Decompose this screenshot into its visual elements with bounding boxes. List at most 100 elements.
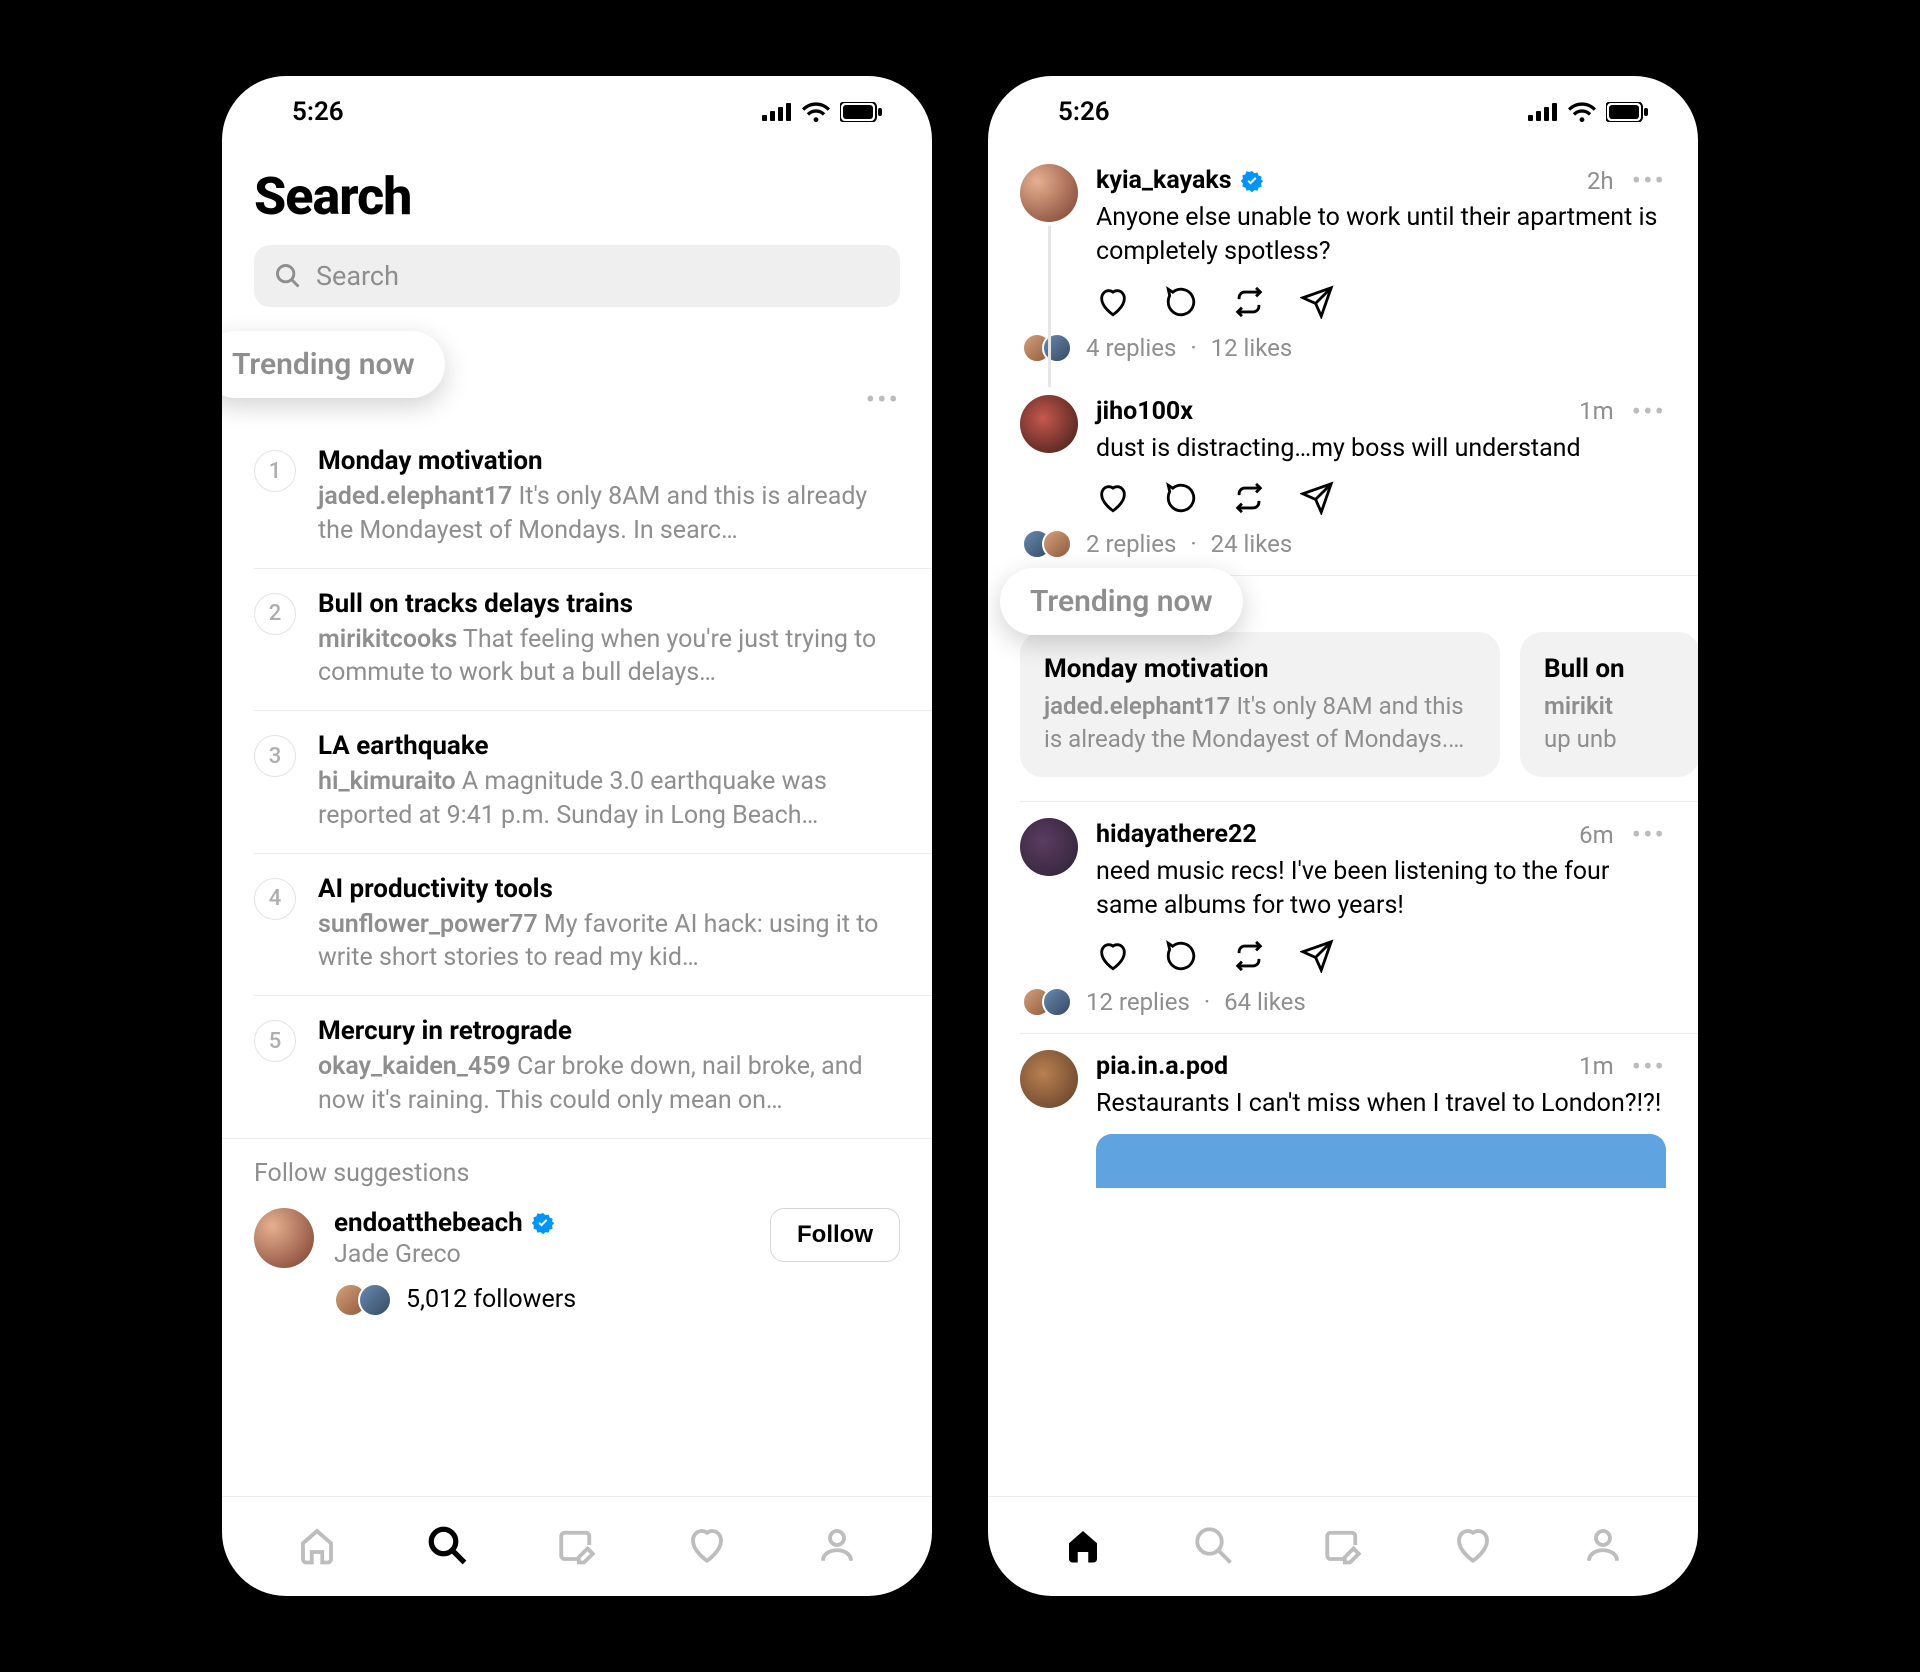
- comment-icon[interactable]: [1164, 285, 1198, 319]
- tab-home[interactable]: [296, 1524, 338, 1570]
- follow-username: endoatthebeach: [334, 1208, 750, 1238]
- trending-item[interactable]: 3 LA earthquake hi_kimuraito A magnitude…: [254, 711, 932, 854]
- post[interactable]: hidayathere22 6m ••• need music recs! I'…: [1020, 802, 1698, 1033]
- share-icon[interactable]: [1300, 481, 1334, 515]
- post-username[interactable]: hidayathere22: [1096, 820, 1257, 849]
- post-more-icon[interactable]: •••: [1632, 818, 1666, 851]
- tab-profile[interactable]: [816, 1524, 858, 1570]
- link-preview-card[interactable]: [1096, 1134, 1666, 1188]
- status-icons: [1528, 102, 1648, 122]
- post-text: need music recs! I've been listening to …: [1096, 855, 1666, 923]
- like-icon[interactable]: [1096, 481, 1130, 515]
- tab-activity[interactable]: [1452, 1524, 1494, 1570]
- post[interactable]: kyia_kayaks 2h ••• Anyone else unable to…: [1020, 148, 1698, 379]
- post-time: 1m: [1579, 397, 1614, 425]
- trending-more-icon[interactable]: •••: [866, 383, 900, 416]
- trend-title: LA earthquake: [318, 731, 900, 761]
- post-username[interactable]: pia.in.a.pod: [1096, 1052, 1228, 1081]
- trending-item[interactable]: 1 Monday motivation jaded.elephant17 It'…: [254, 426, 932, 569]
- cellular-icon: [1528, 103, 1558, 121]
- trend-preview: hi_kimuraito A magnitude 3.0 earthquake …: [318, 765, 900, 833]
- trending-inline-section: Trending now Monday motivation jaded.ele…: [988, 576, 1698, 801]
- trend-card-title: Monday motivation: [1044, 654, 1476, 684]
- comment-icon[interactable]: [1164, 939, 1198, 973]
- post-actions: [1096, 481, 1666, 515]
- battery-icon: [1606, 102, 1648, 122]
- avatar[interactable]: [1020, 1050, 1078, 1108]
- avatar[interactable]: [1020, 164, 1078, 222]
- repost-icon[interactable]: [1232, 939, 1266, 973]
- thread-line: [1048, 226, 1051, 387]
- follow-suggestions-section: Follow suggestions endoatthebeach Jade G…: [222, 1138, 932, 1317]
- trending-item[interactable]: 5 Mercury in retrograde okay_kaiden_459 …: [254, 996, 932, 1138]
- post[interactable]: pia.in.a.pod 1m ••• Restaurants I can't …: [1020, 1034, 1698, 1189]
- trending-card[interactable]: Bull on mirikitup unb: [1520, 632, 1698, 777]
- repost-icon[interactable]: [1232, 285, 1266, 319]
- like-icon[interactable]: [1096, 939, 1130, 973]
- trend-title: Mercury in retrograde: [318, 1016, 900, 1046]
- post-stats[interactable]: 12 replies · 64 likes: [1096, 987, 1666, 1033]
- post-reply[interactable]: jiho100x 1m ••• dust is distracting…my b…: [1020, 379, 1698, 576]
- status-bar: 5:26: [988, 76, 1698, 148]
- trend-card-preview: mirikitup unb: [1544, 690, 1676, 755]
- like-icon[interactable]: [1096, 285, 1130, 319]
- share-icon[interactable]: [1300, 285, 1334, 319]
- post-time: 2h: [1587, 167, 1614, 195]
- share-icon[interactable]: [1300, 939, 1334, 973]
- post-text: dust is distracting…my boss will underst…: [1096, 432, 1666, 466]
- follow-display-name: Jade Greco: [334, 1240, 750, 1269]
- trending-card[interactable]: Monday motivation jaded.elephant17 It's …: [1020, 632, 1500, 777]
- repost-icon[interactable]: [1232, 481, 1266, 515]
- trending-item[interactable]: 4 AI productivity tools sunflower_power7…: [254, 854, 932, 997]
- avatar[interactable]: [1020, 395, 1078, 453]
- post-time: 6m: [1579, 821, 1614, 849]
- tab-compose[interactable]: [556, 1524, 598, 1570]
- comment-icon[interactable]: [1164, 481, 1198, 515]
- page-title: Search: [254, 166, 900, 227]
- post-actions: [1096, 939, 1666, 973]
- post-stats[interactable]: 4 replies · 12 likes: [1096, 333, 1666, 379]
- status-bar: 5:26: [222, 76, 932, 148]
- search-icon: [274, 262, 302, 290]
- post-text: Restaurants I can't miss when I travel t…: [1096, 1087, 1666, 1121]
- post-more-icon[interactable]: •••: [1632, 395, 1666, 428]
- mini-avatar: [1042, 529, 1072, 559]
- avatar[interactable]: [1020, 818, 1078, 876]
- trend-rank: 5: [254, 1020, 296, 1062]
- post-time: 1m: [1579, 1052, 1614, 1080]
- trend-title: AI productivity tools: [318, 874, 900, 904]
- trend-card-title: Bull on: [1544, 654, 1676, 684]
- trending-now-pill: Trending now: [222, 331, 445, 398]
- verified-icon: [1240, 169, 1264, 193]
- post-username[interactable]: kyia_kayaks: [1096, 166, 1264, 195]
- wifi-icon: [1568, 102, 1596, 122]
- trending-list: 1 Monday motivation jaded.elephant17 It'…: [222, 426, 932, 1138]
- avatar[interactable]: [254, 1208, 314, 1268]
- tab-search[interactable]: [1192, 1524, 1234, 1570]
- phone-search-screen: 5:26 Search Search Trending now •••: [222, 76, 932, 1596]
- tab-profile[interactable]: [1582, 1524, 1624, 1570]
- cellular-icon: [762, 103, 792, 121]
- wifi-icon: [802, 102, 830, 122]
- trend-preview: jaded.elephant17 It's only 8AM and this …: [318, 480, 900, 548]
- trend-rank: 1: [254, 450, 296, 492]
- post-more-icon[interactable]: •••: [1632, 164, 1666, 197]
- post-more-icon[interactable]: •••: [1632, 1050, 1666, 1083]
- post-username[interactable]: jiho100x: [1096, 397, 1193, 426]
- phone-feed-screen: 5:26 kyia_kayaks: [988, 76, 1698, 1596]
- battery-icon: [840, 102, 882, 122]
- tab-compose[interactable]: [1322, 1524, 1364, 1570]
- tab-search[interactable]: [426, 1524, 468, 1570]
- follow-suggestion-row[interactable]: endoatthebeach Jade Greco 5,012 follower…: [254, 1208, 900, 1317]
- follow-button[interactable]: Follow: [770, 1208, 900, 1262]
- trend-preview: sunflower_power77 My favorite AI hack: u…: [318, 908, 900, 976]
- tab-home[interactable]: [1062, 1524, 1104, 1570]
- trend-rank: 4: [254, 878, 296, 920]
- tab-activity[interactable]: [686, 1524, 728, 1570]
- trend-card-preview: jaded.elephant17 It's only 8AM and this …: [1044, 690, 1476, 755]
- follow-section-label: Follow suggestions: [254, 1159, 900, 1188]
- trending-item[interactable]: 2 Bull on tracks delays trains mirikitco…: [254, 569, 932, 712]
- search-input[interactable]: Search: [254, 245, 900, 307]
- trend-preview: okay_kaiden_459 Car broke down, nail bro…: [318, 1050, 900, 1118]
- trending-now-pill: Trending now: [1000, 568, 1243, 635]
